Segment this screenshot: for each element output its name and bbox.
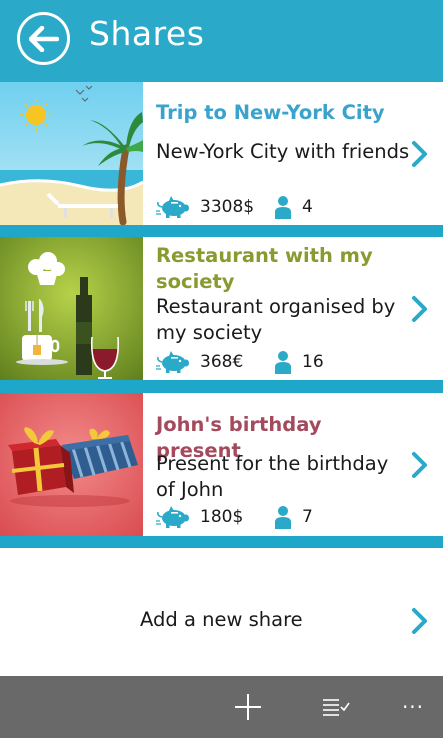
list-select-icon xyxy=(323,699,350,716)
app-bar: ··· xyxy=(0,676,443,738)
add-share-row[interactable]: Add a new share xyxy=(0,548,443,676)
share-amount: 368€ xyxy=(200,352,244,372)
chevron-right-icon[interactable] xyxy=(411,295,429,323)
piggy-bank-icon xyxy=(156,351,189,373)
add-share-label: Add a new share xyxy=(140,608,303,631)
share-image-restaurant xyxy=(0,237,143,380)
person-icon xyxy=(275,196,291,219)
back-button[interactable] xyxy=(17,12,70,65)
share-participants: 16 xyxy=(302,352,324,372)
share-participants: 4 xyxy=(302,197,313,217)
share-amount: 180$ xyxy=(200,507,244,527)
share-meta: 3308$ 4 xyxy=(156,194,313,220)
share-title: Trip to New-York City xyxy=(156,101,385,124)
share-participants: 7 xyxy=(302,507,313,527)
piggy-bank-icon xyxy=(156,196,189,218)
share-description: New-York City with friends xyxy=(156,140,410,163)
more-icon: ··· xyxy=(401,695,425,719)
select-list-button[interactable] xyxy=(321,692,351,722)
share-amount: 3308$ xyxy=(200,197,255,217)
share-image-beach xyxy=(0,82,143,225)
share-card-restaurant[interactable]: Restaurant with my society Restaurant or… xyxy=(0,237,443,380)
page-title: Shares xyxy=(89,14,205,53)
piggy-bank-icon xyxy=(156,506,189,528)
chevron-right-icon[interactable] xyxy=(411,607,429,635)
share-image-gifts xyxy=(0,393,143,536)
share-description: Present for the birthday of John xyxy=(156,452,389,501)
header-bar: Shares xyxy=(0,0,443,82)
share-meta: 180$ 7 xyxy=(156,504,313,530)
person-icon xyxy=(275,506,291,529)
share-meta: 368€ 16 xyxy=(156,349,324,375)
arrow-left-icon xyxy=(28,25,59,52)
share-description: Restaurant organised by my society xyxy=(156,295,396,344)
share-card-birthday[interactable]: John's birthday present Present for the … xyxy=(0,393,443,536)
chevron-right-icon[interactable] xyxy=(411,140,429,168)
more-button[interactable]: ··· xyxy=(398,692,428,722)
chevron-right-icon[interactable] xyxy=(411,451,429,479)
add-button[interactable] xyxy=(233,692,263,722)
person-icon xyxy=(275,351,291,374)
share-title: Restaurant with my society xyxy=(156,244,373,293)
add-icon xyxy=(235,694,261,720)
share-card-trip[interactable]: Trip to New-York City New-York City with… xyxy=(0,82,443,225)
